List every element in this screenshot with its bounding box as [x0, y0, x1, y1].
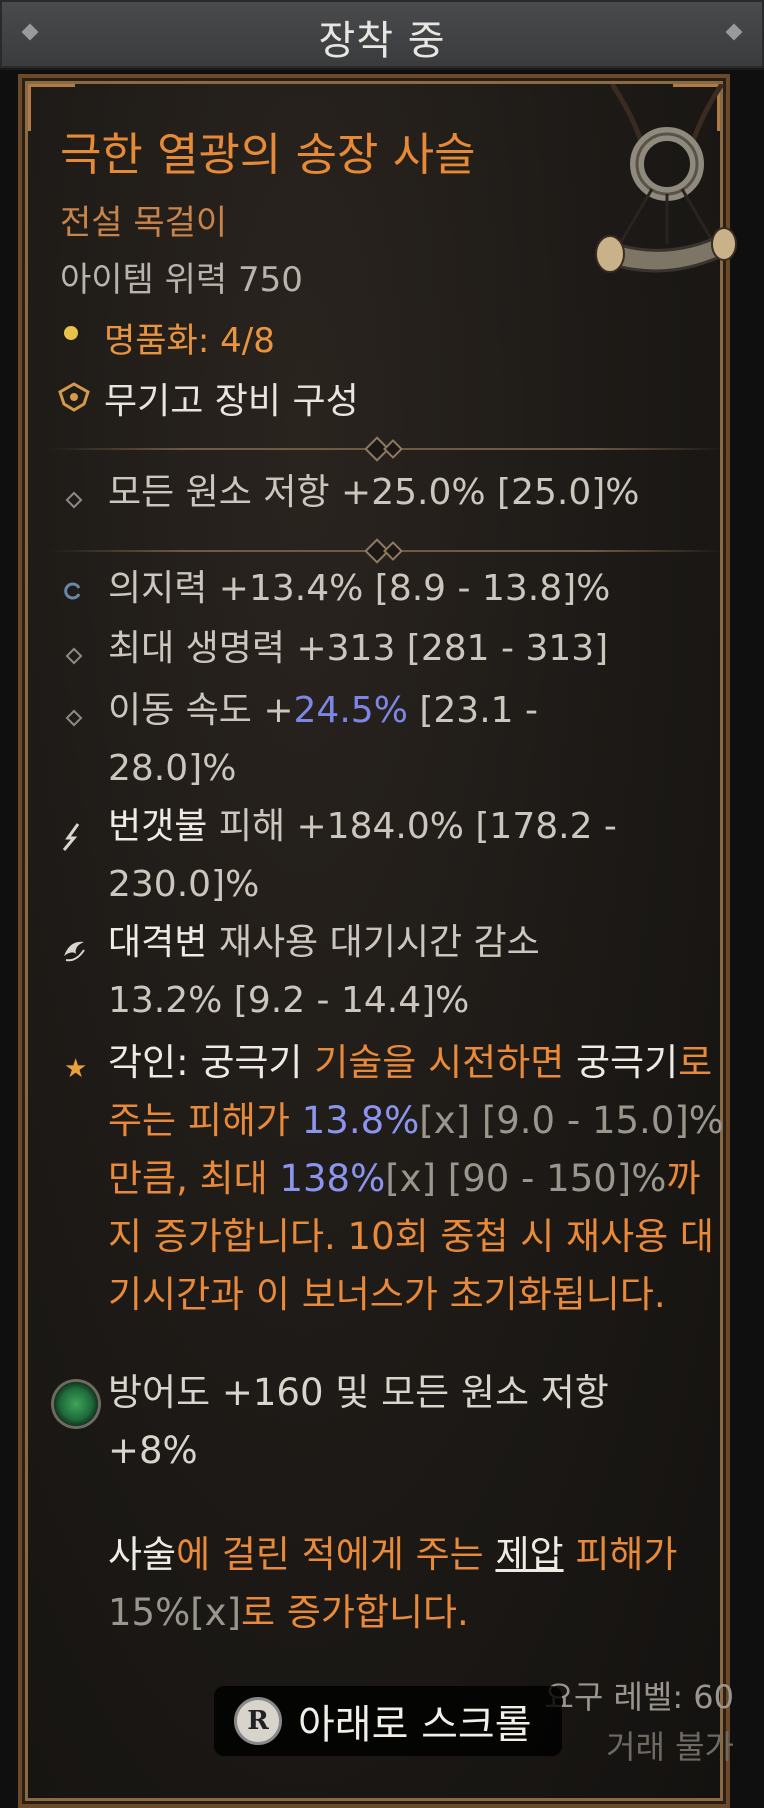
legendary-aspect: 각인: 궁극기 기술을 시전하면 궁극기로 주는 피해가 13.8%[x] [9…: [108, 1034, 728, 1324]
masterwork-status: 명품화: 4/8: [104, 321, 275, 361]
item-name: 극한 열광의 송장 사슬: [60, 128, 476, 181]
affix-range-cont: 28.0]%: [108, 748, 237, 789]
affix-value: 24.5%: [293, 690, 408, 731]
item-power: 아이템 위력 750: [60, 260, 303, 300]
scroll-down-button[interactable]: R 아래로 스크롤: [214, 1686, 562, 1756]
header-title: 장착 중: [318, 18, 446, 64]
aspect-multiplier: [x]: [385, 1157, 437, 1200]
aspect-prefix: 각인:: [108, 1041, 201, 1084]
aspect-keyword: 궁극기: [200, 1041, 303, 1084]
armory-loadout: 무기고 장비 구성: [104, 381, 359, 422]
socketed-gem-bonus: 방어도 +160 및 모든 원소 저항 +8%: [108, 1371, 609, 1472]
section-divider: [50, 538, 726, 564]
lightning-spear-icon: [62, 823, 80, 851]
unique-keyword-link[interactable]: 제압: [495, 1533, 563, 1576]
cataclysm-icon: [64, 941, 85, 962]
affix-range: [23.1 -: [407, 690, 538, 731]
affix-skill-cataclysm: 대격변 재사용 대기시간 감소 13.2% [9.2 - 14.4]%: [108, 914, 540, 1030]
aspect-multiplier: [x]: [419, 1099, 471, 1142]
affix-range-cont: 230.0]%: [108, 864, 260, 905]
skill-name: 대격변: [108, 922, 208, 963]
affix-willpower: 의지력 +13.4% [8.9 - 13.8]%: [108, 568, 611, 609]
greater-affix-icon: [64, 582, 81, 600]
unique-multiplier: [x]: [190, 1591, 242, 1634]
aspect-value: 13.8%: [301, 1099, 420, 1142]
unique-keyword: 사술: [108, 1533, 177, 1576]
item-type: 전설 목걸이: [60, 203, 228, 243]
masterwork-dot-icon: [64, 326, 78, 340]
aspect-range: [90 - 150]%: [436, 1157, 667, 1200]
skill-name: 번갯불: [108, 806, 208, 847]
aspect-text: 만큼, 최대: [108, 1157, 280, 1200]
section-divider: [50, 436, 726, 462]
affix-rest: 피해 +184.0% [178.2 -: [207, 806, 617, 847]
necklace-item-icon: [595, 84, 737, 273]
affix-label: 이동 속도 +: [108, 690, 294, 731]
r-key-icon: R: [234, 1697, 282, 1745]
required-level: 요구 레벨: 60: [544, 1678, 734, 1716]
trade-status: 거래 불가: [606, 1728, 734, 1766]
aspect-text: 기술을 시전하면: [302, 1041, 577, 1084]
aspect-star-icon: ★: [64, 1054, 88, 1084]
unique-text: 에 걸린 적에게 주는: [176, 1533, 496, 1576]
scroll-label: 아래로 스크롤: [298, 1702, 532, 1748]
equipped-header: 장착 중: [0, 0, 764, 70]
affix-skill-lightning: 번갯불 피해 +184.0% [178.2 - 230.0]%: [108, 798, 617, 914]
affix-max-life: 최대 생명력 +313 [281 - 313]: [108, 628, 609, 669]
aspect-range: [9.0 - 15.0]%: [470, 1099, 724, 1142]
unique-text: 피해가: [563, 1533, 678, 1576]
aspect-keyword: 궁극기: [576, 1041, 679, 1084]
aspect-value: 138%: [279, 1157, 386, 1200]
unique-text: 로 증가합니다.: [241, 1591, 469, 1634]
armory-icon: [58, 382, 90, 412]
affix-movement-speed: 이동 속도 +24.5% [23.1 - 28.0]%: [108, 682, 538, 798]
emerald-gem-socket-icon: [54, 1382, 98, 1426]
affix-rest: 재사용 대기시간 감소: [207, 922, 540, 963]
implicit-resistance: 모든 원소 저항 +25.0% [25.0]%: [108, 472, 640, 513]
unique-value: 15%: [108, 1591, 191, 1634]
affix-range-cont: 13.2% [9.2 - 14.4]%: [108, 980, 470, 1021]
unique-power: 사술에 걸린 적에게 주는 제압 피해가 15%[x]로 증가합니다.: [108, 1526, 718, 1642]
